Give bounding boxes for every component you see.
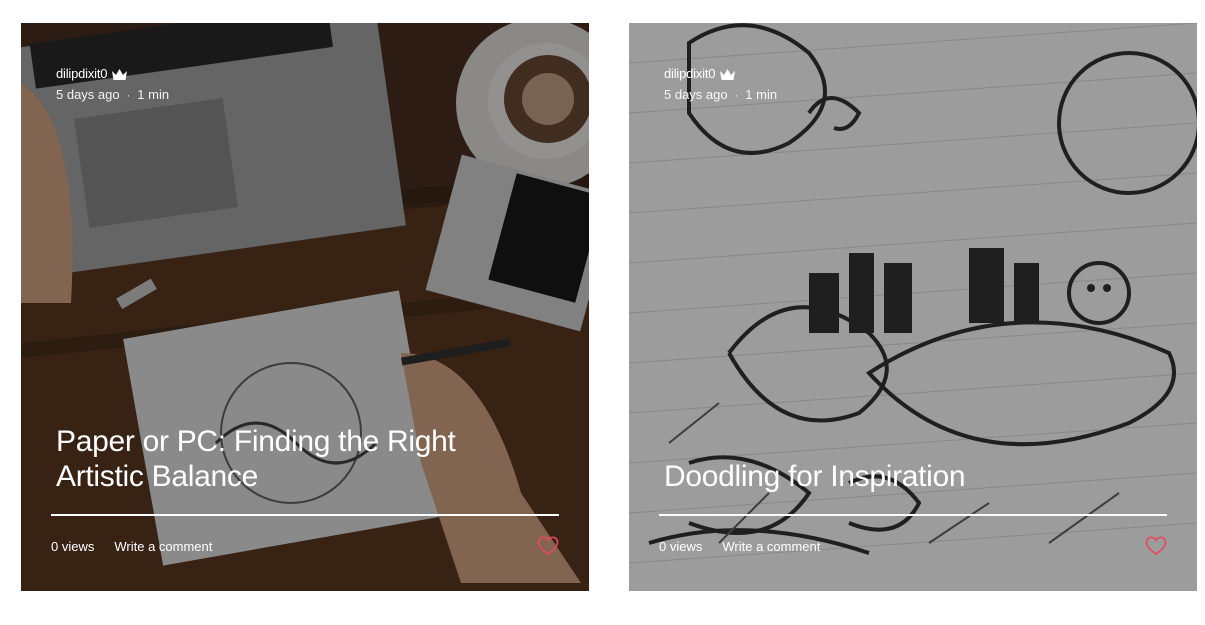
divider (51, 514, 559, 516)
author-row[interactable]: dilipdixit0 (56, 66, 169, 82)
read-time: 1 min (745, 87, 778, 102)
post-title[interactable]: Doodling for Inspiration (664, 459, 1137, 494)
write-comment-link[interactable]: Write a comment (722, 539, 820, 554)
write-comment-link[interactable]: Write a comment (114, 539, 212, 554)
post-footer: 0 views Write a comment (51, 536, 559, 556)
view-count: 0 views (51, 538, 95, 554)
post-card[interactable]: dilipdixit0 5 days ago · 1 min Doodling fo… (629, 23, 1197, 591)
read-time: 1 min (137, 87, 170, 102)
image-overlay (21, 23, 589, 591)
post-card[interactable]: dilipdixit0 5 days ago · 1 min Paper or PC… (21, 23, 589, 591)
post-footer: 0 views Write a comment (659, 536, 1167, 556)
post-meta: dilipdixit0 5 days ago · 1 min (664, 66, 777, 104)
author-name[interactable]: dilipdixit0 (664, 66, 715, 82)
author-name[interactable]: dilipdixit0 (56, 66, 107, 82)
post-date: 5 days ago (56, 87, 120, 102)
post-meta: dilipdixit0 5 days ago · 1 min (56, 66, 169, 104)
post-timeline: 5 days ago · 1 min (664, 87, 777, 104)
heart-outline-icon[interactable] (537, 536, 559, 556)
crown-icon (112, 68, 128, 80)
view-count: 0 views (659, 538, 703, 554)
heart-outline-icon[interactable] (1145, 536, 1167, 556)
post-title[interactable]: Paper or PC: Finding the Right Artistic … (56, 424, 529, 494)
image-overlay (629, 23, 1197, 591)
separator-dot: · (734, 90, 739, 102)
post-timeline: 5 days ago · 1 min (56, 87, 169, 104)
author-row[interactable]: dilipdixit0 (664, 66, 777, 82)
post-date: 5 days ago (664, 87, 728, 102)
crown-icon (720, 68, 736, 80)
divider (659, 514, 1167, 516)
separator-dot: · (126, 90, 131, 102)
